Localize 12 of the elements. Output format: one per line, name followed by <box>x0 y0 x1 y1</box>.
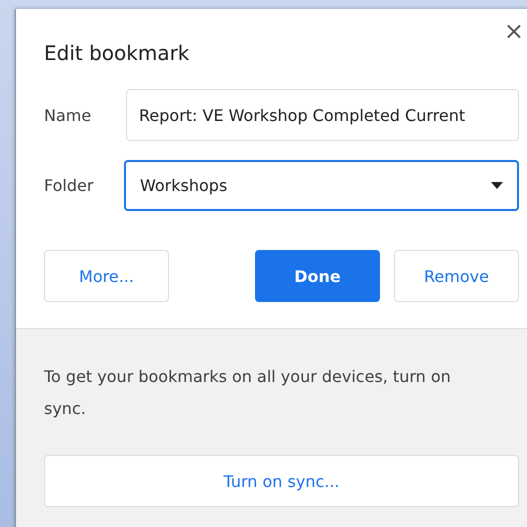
sync-message: To get your bookmarks on all your devices, turn on sync. <box>44 366 452 420</box>
dialog-button[interactable]: Done <box>255 250 380 302</box>
dialog-button[interactable]: More... <box>44 250 169 302</box>
folder-dropdown[interactable]: Workshops <box>124 160 519 211</box>
close-button[interactable]: × <box>502 19 526 43</box>
dialog-title: Edit bookmark <box>44 41 190 65</box>
turn-on-sync-button[interactable]: Turn on sync... <box>44 455 519 507</box>
dropdown-caret-icon <box>491 182 503 189</box>
name-field[interactable]: Report: VE Workshop Completed Current <box>126 89 519 141</box>
dialog-button[interactable]: Remove <box>394 250 519 302</box>
field-label: Folder <box>44 176 94 195</box>
field-label: Name <box>44 106 92 124</box>
